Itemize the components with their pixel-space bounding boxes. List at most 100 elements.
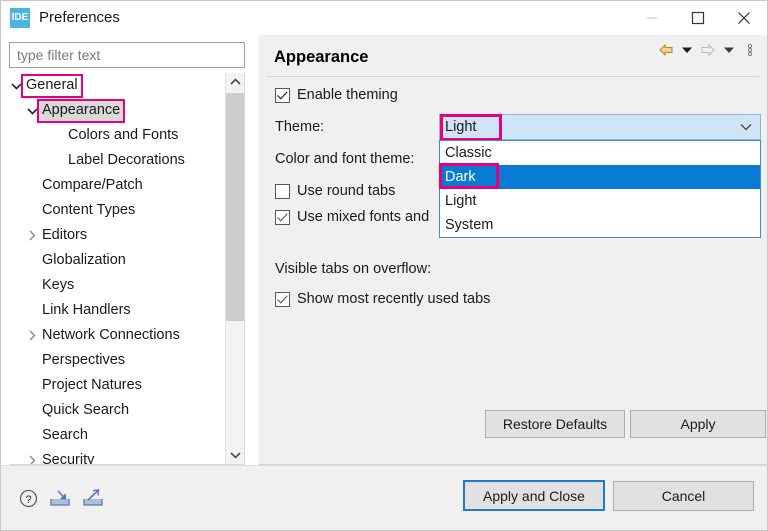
maximize-button[interactable] [675, 1, 721, 34]
tree-item-security[interactable]: Security [9, 448, 222, 464]
export-button[interactable] [82, 488, 104, 511]
vertical-dots-icon [747, 43, 753, 57]
close-button[interactable] [721, 1, 767, 34]
tree-item-keys[interactable]: Keys [9, 273, 222, 298]
checkmark-icon [277, 294, 288, 304]
tree-item-label: Perspectives [42, 351, 126, 368]
tree-item-label: Link Handlers [42, 301, 131, 318]
back-arrow-icon [659, 43, 673, 57]
show-mru-tabs-checkbox[interactable] [275, 291, 290, 307]
theme-combobox[interactable]: Light [439, 114, 761, 140]
theme-option-dark[interactable]: Dark [440, 165, 760, 189]
back-button[interactable] [657, 40, 675, 60]
apply-and-close-button[interactable]: Apply and Close [463, 480, 605, 511]
color-font-theme-label-row: Color and font theme: [275, 151, 414, 167]
tree-item-editors[interactable]: Editors [9, 223, 222, 248]
chevron-down-icon [740, 124, 752, 131]
use-mixed-fonts-label: Use mixed fonts and [297, 209, 430, 225]
close-icon [738, 11, 750, 24]
theme-option-light[interactable]: Light [440, 189, 760, 213]
back-history-menu[interactable] [678, 40, 696, 60]
use-round-tabs-row[interactable]: Use round tabs [275, 183, 395, 199]
chevron-up-icon [229, 78, 241, 85]
tree-item-project-natures[interactable]: Project Natures [9, 373, 222, 398]
chevron-right-icon[interactable] [25, 323, 39, 348]
maximize-icon [691, 11, 705, 24]
tree-item-colors-and-fonts[interactable]: Colors and Fonts [9, 123, 222, 148]
import-button[interactable] [49, 488, 71, 511]
use-mixed-fonts-row[interactable]: Use mixed fonts and [275, 209, 429, 225]
tree-item-search[interactable]: Search [9, 423, 222, 448]
tree-item-compare-patch[interactable]: Compare/Patch [9, 173, 222, 198]
tree-item-label: Appearance [36, 98, 126, 123]
filter-input-wrapper[interactable]: type filter text [9, 42, 245, 68]
checkmark-icon [277, 90, 288, 100]
tree-item-quick-search[interactable]: Quick Search [9, 398, 222, 423]
restore-defaults-button[interactable]: Restore Defaults [485, 410, 625, 438]
window-controls [629, 1, 767, 34]
tree-item-label: Compare/Patch [42, 176, 143, 193]
forward-history-menu[interactable] [720, 40, 738, 60]
checkmark-icon [277, 212, 288, 222]
chevron-down-icon [724, 47, 734, 53]
scroll-down-button[interactable] [226, 446, 244, 464]
theme-option-system[interactable]: System [440, 213, 760, 237]
chevron-down-icon[interactable] [9, 73, 23, 98]
tree-item-label: Editors [42, 226, 88, 243]
preferences-dialog: IDE Preferences type filter text General… [0, 0, 768, 531]
tree-item-link-handlers[interactable]: Link Handlers [9, 298, 222, 323]
tree-item-perspectives[interactable]: Perspectives [9, 348, 222, 373]
help-icon: ? [19, 489, 38, 507]
tree-item-globalization[interactable]: Globalization [9, 248, 222, 273]
cancel-button[interactable]: Cancel [613, 481, 754, 511]
tree-item-network-connections[interactable]: Network Connections [9, 323, 222, 348]
apply-button[interactable]: Apply [630, 410, 766, 438]
help-button[interactable]: ? [19, 489, 38, 511]
chevron-right-icon[interactable] [25, 223, 39, 248]
footer-icons: ? [19, 488, 104, 511]
forward-button [699, 40, 717, 60]
tree-item-appearance[interactable]: Appearance [9, 98, 222, 123]
scrollbar-thumb[interactable] [226, 93, 244, 321]
use-mixed-fonts-checkbox[interactable] [275, 209, 290, 225]
chevron-down-icon [229, 452, 241, 459]
search-input[interactable]: type filter text [10, 47, 100, 63]
theme-label: Theme: [275, 119, 325, 135]
tree-item-label: General [21, 73, 83, 98]
appearance-panel: Appearance Enable theming Theme: Color a… [259, 35, 767, 465]
theme-dropdown-list[interactable]: Classic Dark Light System [439, 140, 761, 238]
tree-item-label: Network Connections [42, 326, 180, 343]
tree-list: General Appearance Colors and Fonts Label D… [9, 73, 222, 464]
color-font-theme-label: Color and font theme: [275, 151, 415, 167]
scroll-up-button[interactable] [226, 73, 244, 91]
view-menu-button[interactable] [741, 40, 759, 60]
show-mru-tabs-row[interactable]: Show most recently used tabs [275, 291, 490, 307]
chevron-down-icon[interactable] [25, 98, 39, 123]
panel-toolbar [657, 40, 759, 60]
tree-item-label: Keys [42, 276, 75, 293]
tree-item-label: Colors and Fonts [68, 126, 179, 143]
show-mru-tabs-label: Show most recently used tabs [297, 291, 491, 307]
import-icon [50, 490, 70, 506]
minimize-button[interactable] [629, 1, 675, 34]
chevron-right-icon[interactable] [25, 448, 39, 464]
visible-tabs-label-row: Visible tabs on overflow: [275, 261, 431, 277]
tree-scrollbar[interactable] [225, 73, 244, 464]
tree-item-content-types[interactable]: Content Types [9, 198, 222, 223]
tree-item-label-decorations[interactable]: Label Decorations [9, 148, 222, 173]
minimize-icon [647, 17, 657, 18]
enable-theming-checkbox[interactable] [275, 87, 290, 103]
tree-item-general[interactable]: General [9, 73, 222, 98]
theme-option-classic[interactable]: Classic [440, 141, 760, 165]
tree-item-label: Content Types [42, 201, 136, 218]
use-round-tabs-checkbox[interactable] [275, 183, 290, 199]
enable-theming-row[interactable]: Enable theming [275, 87, 398, 103]
